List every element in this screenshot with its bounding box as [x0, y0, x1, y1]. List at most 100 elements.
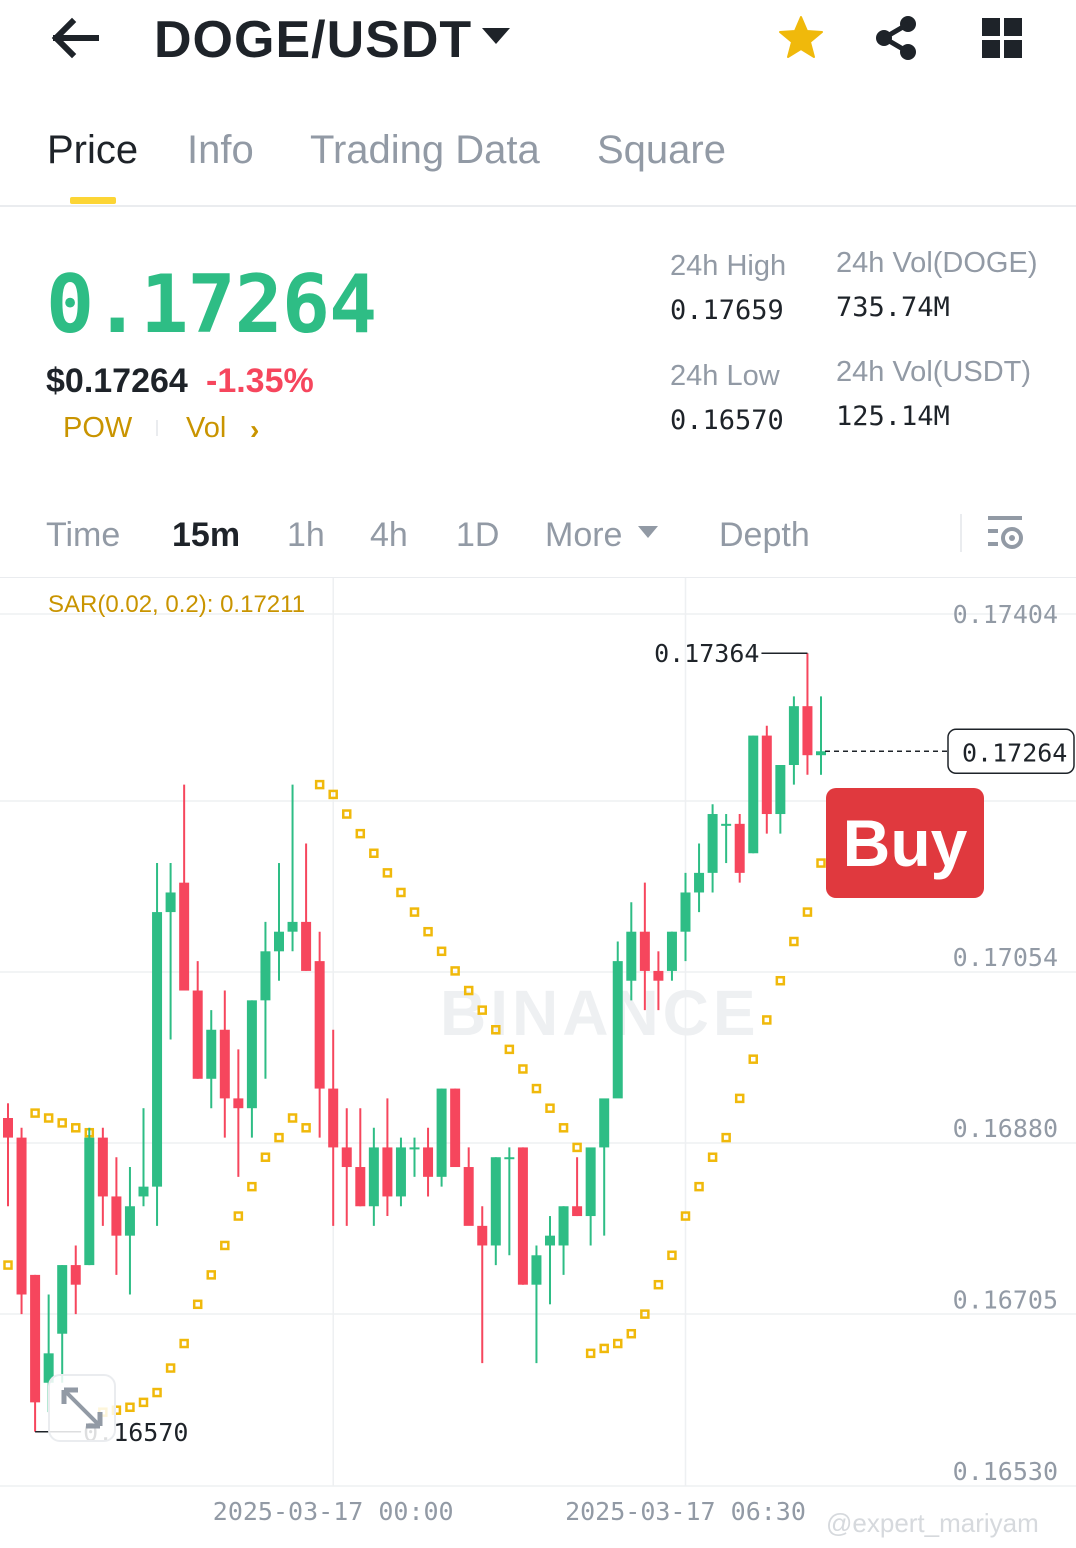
interval-more[interactable]: More: [545, 516, 622, 555]
candle-body: [504, 1157, 515, 1160]
sar-dot: [707, 1152, 718, 1162]
sar-dot: [301, 1123, 311, 1133]
stat-vol-quote-value: 125.14M: [836, 401, 950, 432]
back-arrow-icon[interactable]: [50, 14, 102, 62]
sar-dot: [504, 1044, 515, 1055]
candle-body: [16, 1137, 27, 1295]
depth-tab[interactable]: Depth: [719, 516, 810, 555]
sar-dot: [192, 1299, 203, 1310]
candle-body: [545, 1235, 555, 1246]
sar-dot: [694, 1181, 704, 1192]
candle-body: [301, 921, 312, 971]
sar-indicator-label: SAR(0.02, 0.2): 0.17211: [48, 591, 305, 618]
sar-dot: [71, 1123, 81, 1133]
sar-dot: [477, 1005, 487, 1015]
candle-body: [382, 1147, 393, 1197]
sar-dot: [436, 946, 447, 957]
sar-dot: [667, 1250, 677, 1261]
usd-price: $0.17264: [46, 362, 188, 400]
sar-dot: [762, 1015, 772, 1025]
candle-body: [463, 1167, 474, 1226]
sar-dot: [369, 848, 379, 859]
divider: [0, 205, 1076, 207]
interval-1d[interactable]: 1D: [456, 516, 499, 555]
sar-dot: [152, 1387, 162, 1398]
y-tick-label: 0.17054: [953, 943, 1058, 972]
trading-pair-title[interactable]: DOGE/USDT: [154, 10, 472, 70]
active-tab-indicator: [70, 197, 116, 204]
sar-dot: [179, 1338, 189, 1349]
candle-body: [788, 706, 799, 766]
buy-button[interactable]: Buy: [826, 788, 984, 898]
tab-price[interactable]: Price: [47, 128, 138, 173]
candle-body: [680, 892, 691, 932]
sar-dot: [30, 1108, 40, 1118]
candle-body: [436, 1088, 447, 1177]
y-tick-label: 0.16880: [953, 1114, 1058, 1143]
sar-dot: [3, 1260, 13, 1270]
sar-dot: [165, 1363, 176, 1373]
candle-body: [409, 1147, 420, 1150]
tab-trading-data[interactable]: Trading Data: [310, 128, 540, 173]
tab-square[interactable]: Square: [597, 128, 726, 173]
candle-body: [84, 1137, 95, 1266]
last-price: 0.17264: [46, 258, 377, 351]
candle-body: [328, 1088, 339, 1148]
candle-body: [165, 892, 176, 913]
sar-dot: [802, 907, 813, 917]
grid-icon[interactable]: [980, 16, 1024, 60]
candle-body: [694, 872, 705, 893]
chevron-right-icon[interactable]: ›: [250, 414, 259, 446]
tag-vol[interactable]: Vol: [186, 412, 226, 445]
candlestick-chart[interactable]: 0.17404 0.17054 0.16880 0.16705 0.16530 2025-…: [0, 578, 1076, 1538]
sar-dot: [734, 1093, 745, 1104]
stat-low-value: 0.16570: [670, 405, 784, 436]
candle-body: [761, 735, 772, 815]
candle-body: [572, 1206, 583, 1217]
sar-dot: [558, 1123, 569, 1133]
interval-1h[interactable]: 1h: [287, 516, 325, 555]
tag-pow[interactable]: POW: [63, 412, 132, 445]
sar-dot: [382, 868, 393, 878]
candle-body: [97, 1137, 108, 1197]
candle-body: [3, 1118, 13, 1138]
sar-dot: [789, 936, 799, 947]
share-icon[interactable]: [872, 14, 922, 62]
candle-body: [721, 823, 732, 826]
candle-body: [490, 1157, 501, 1246]
expand-icon[interactable]: [48, 1374, 116, 1442]
sar-dot: [721, 1132, 731, 1143]
y-tick-label: 0.16705: [953, 1285, 1058, 1314]
candle-body: [450, 1088, 461, 1168]
sar-dot: [585, 1348, 596, 1359]
stat-vol-base-value: 735.74M: [836, 292, 950, 323]
y-tick-label: 0.17404: [953, 600, 1058, 629]
candle-body: [260, 951, 271, 1001]
candle-body: [599, 1098, 610, 1148]
interval-4h[interactable]: 4h: [370, 516, 408, 555]
sar-dot: [816, 858, 826, 868]
candle-body: [341, 1147, 352, 1168]
candle-body: [626, 931, 637, 981]
candle-body: [124, 1206, 135, 1236]
stat-vol-base-label: 24h Vol(DOGE): [836, 247, 1038, 279]
candle-body: [233, 1098, 244, 1109]
candle-body: [517, 1147, 528, 1285]
sar-dot: [57, 1118, 67, 1128]
tab-info[interactable]: Info: [187, 128, 254, 173]
chevron-down-icon[interactable]: [482, 28, 510, 44]
sar-dot: [287, 1113, 298, 1123]
chart-settings-icon[interactable]: [984, 512, 1026, 554]
candle-body: [477, 1225, 488, 1246]
chevron-down-icon[interactable]: [638, 526, 658, 538]
sar-dot: [43, 1113, 54, 1123]
star-icon[interactable]: [776, 14, 826, 62]
interval-15m[interactable]: 15m: [172, 516, 240, 555]
interval-time[interactable]: Time: [46, 516, 120, 555]
sar-dot: [463, 985, 474, 996]
stat-low-label: 24h Low: [670, 360, 780, 392]
sar-dot: [748, 1054, 758, 1064]
candle-body: [775, 765, 786, 815]
y-tick-label: 0.16530: [953, 1457, 1058, 1486]
candle-body: [246, 1000, 257, 1109]
